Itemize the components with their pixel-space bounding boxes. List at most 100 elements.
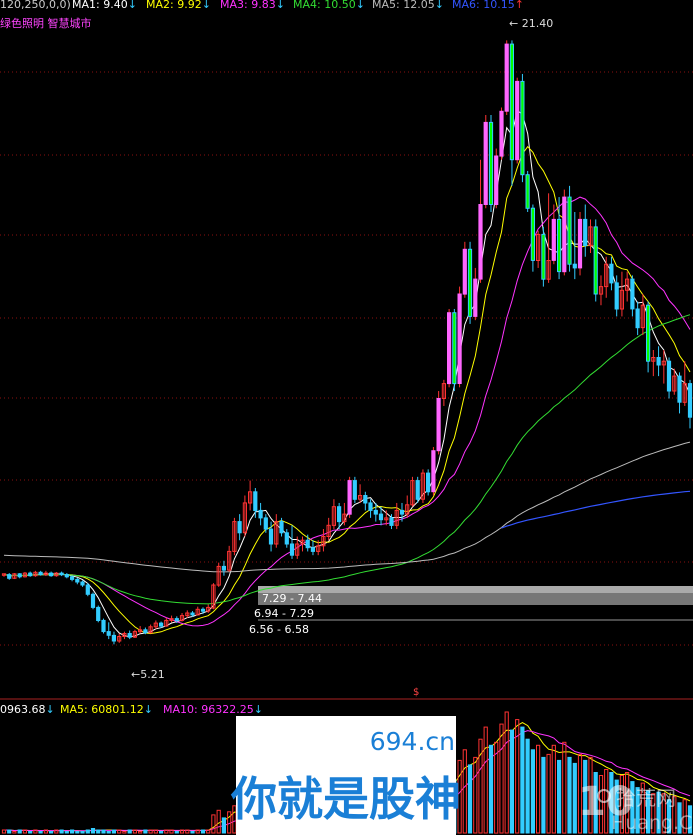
volume-bar xyxy=(101,829,106,834)
candle xyxy=(457,286,462,388)
candle-body xyxy=(509,43,514,161)
candle-body xyxy=(656,357,661,366)
ma-legend-item: MA3: 9.83↓ xyxy=(220,0,285,11)
candle-body xyxy=(75,578,80,583)
volume-legend-item: MA5: 60801.12↓ xyxy=(60,703,153,716)
candle-body xyxy=(677,375,682,403)
candle-body xyxy=(431,450,436,493)
candle-body xyxy=(447,312,452,385)
band-label-2: 6.94 - 7.29 xyxy=(254,607,314,620)
volume-bar xyxy=(488,744,494,834)
dollar-marker: $ xyxy=(413,687,419,698)
candle xyxy=(352,476,357,503)
candle-body xyxy=(630,278,635,310)
candle-body xyxy=(263,517,268,530)
candle-body xyxy=(284,532,289,545)
candle xyxy=(452,308,457,392)
candle-body xyxy=(159,622,164,627)
volume-bar xyxy=(7,829,12,834)
band-top xyxy=(258,586,693,593)
candle-body xyxy=(567,196,572,265)
candle-body xyxy=(520,80,525,176)
candle-body xyxy=(268,528,274,545)
volume-bar xyxy=(467,764,473,834)
candle-body xyxy=(237,521,242,534)
candle-body xyxy=(363,495,368,504)
candle-body xyxy=(577,218,583,269)
candle xyxy=(420,469,425,503)
candle-body xyxy=(64,574,69,578)
volume-bar xyxy=(127,829,132,834)
candle xyxy=(467,241,473,324)
candle xyxy=(499,107,504,160)
candle xyxy=(232,517,237,556)
candle-body xyxy=(478,204,483,280)
candle xyxy=(562,189,567,276)
volume-bar xyxy=(49,831,54,834)
watermark-site: 694.cn xyxy=(370,727,455,756)
high-price-label: ← 21.40 xyxy=(509,17,553,30)
volume-bar xyxy=(17,829,22,834)
candle-body xyxy=(436,398,441,452)
candle-body xyxy=(494,155,499,205)
candle xyxy=(525,170,530,212)
candle-body xyxy=(499,110,504,157)
candle-body xyxy=(337,506,342,523)
candle-body xyxy=(462,248,467,295)
candle xyxy=(577,211,583,276)
candle-body xyxy=(49,572,54,577)
candle-body xyxy=(593,226,598,295)
volume-bar xyxy=(174,831,179,834)
volume-bar xyxy=(28,831,33,834)
candle-body xyxy=(646,304,651,362)
candle xyxy=(504,40,509,115)
candle xyxy=(85,583,90,597)
watermark-slogan: 你就是股神 xyxy=(230,772,461,826)
header-params: 120,250,0,0) xyxy=(0,0,71,11)
candle-body xyxy=(143,629,148,634)
candle xyxy=(541,226,546,287)
candle-body xyxy=(28,572,33,577)
candle-body xyxy=(614,282,619,310)
candle xyxy=(431,446,436,496)
candle-body xyxy=(352,480,357,500)
candle xyxy=(347,476,352,518)
candle-body xyxy=(368,502,373,511)
candle xyxy=(494,148,499,209)
candle-body xyxy=(111,634,117,642)
candle xyxy=(410,476,415,507)
candle-body xyxy=(483,121,488,205)
candle xyxy=(462,241,467,298)
low-price-label: ←5.21 xyxy=(131,668,165,681)
volume-bar xyxy=(525,738,530,834)
ma-legend-item: MA5: 12.05↓ xyxy=(372,0,444,11)
candle-body xyxy=(80,581,85,586)
candle-body xyxy=(389,517,394,526)
volume-bar xyxy=(541,756,546,834)
candle xyxy=(216,562,221,587)
candle-body xyxy=(666,360,672,392)
concept-tags[interactable]: 绿色照明 智慧城市 xyxy=(0,16,92,30)
candle-body xyxy=(515,80,520,161)
candle xyxy=(488,114,494,212)
candle-body xyxy=(530,207,535,261)
candle-body xyxy=(488,121,494,205)
candle-body xyxy=(504,43,509,112)
candle-body xyxy=(378,513,384,521)
candle-body xyxy=(572,263,577,269)
candle-body xyxy=(473,278,478,317)
candle xyxy=(211,583,216,610)
volume-bar xyxy=(111,829,117,834)
volume-bar xyxy=(557,759,562,834)
volume-bar xyxy=(85,829,90,834)
stock-chart[interactable]: 120,250,0,0) MA1: 9.40↓ MA2: 9.92↓ MA3: 9.… xyxy=(0,0,693,835)
volume-bar xyxy=(509,729,514,834)
candle-body xyxy=(70,576,75,580)
candle xyxy=(96,605,101,623)
candle-body xyxy=(373,509,378,515)
candle-body xyxy=(415,480,420,500)
volume-bar xyxy=(70,829,75,834)
candle xyxy=(426,469,431,496)
candle-body xyxy=(200,608,206,612)
ma-legend-item: MA4: 10.50↓ xyxy=(293,0,365,11)
